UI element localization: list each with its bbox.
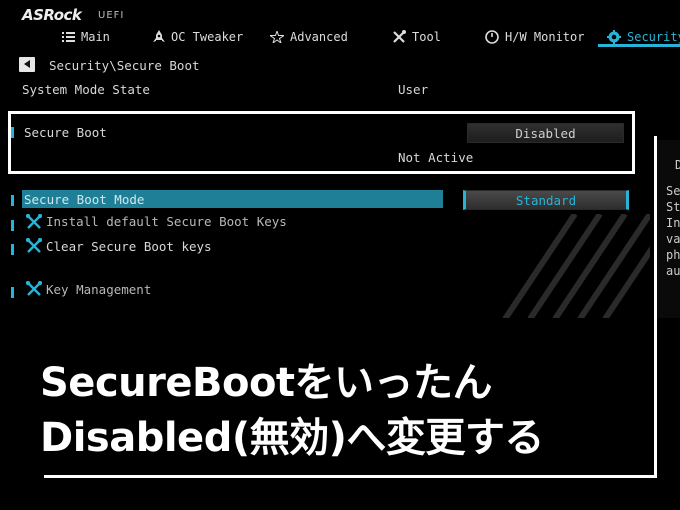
list-icon: [62, 31, 75, 43]
caption-bracket-right: [654, 136, 657, 476]
asrock-logo: ASRock: [22, 6, 82, 24]
rocket-icon: [153, 30, 165, 44]
help-line: au: [666, 264, 680, 278]
tab-main-label: Main: [81, 30, 110, 44]
help-line: St: [666, 200, 680, 214]
background-decoration: [485, 214, 650, 319]
tab-security-label: Security: [627, 30, 680, 44]
tools-icon: [392, 30, 406, 44]
help-line: ph: [666, 248, 680, 262]
active-tab-indicator: [598, 44, 680, 47]
help-line: va: [666, 232, 680, 246]
monitor-circle-icon: [485, 30, 499, 44]
tools-icon: [25, 237, 43, 258]
item-marker: [11, 220, 14, 231]
item-marker: [11, 287, 14, 298]
caption-line-1: SecureBootをいったん: [40, 360, 493, 406]
help-line: In: [666, 216, 680, 230]
tab-advanced[interactable]: Advanced: [270, 28, 348, 46]
tab-main[interactable]: Main: [62, 28, 110, 46]
item-marker: [11, 195, 14, 206]
tab-tool-label: Tool: [412, 30, 441, 44]
help-heading: D: [675, 158, 680, 172]
caption-line-2: Disabled(無効)へ変更する: [40, 415, 544, 461]
item-marker: [11, 244, 14, 255]
tab-tool[interactable]: Tool: [392, 28, 441, 46]
gear-shield-icon: [607, 30, 621, 44]
secure-boot-mode-label: Secure Boot Mode: [24, 192, 145, 207]
star-icon: [270, 31, 284, 43]
tab-oc-tweaker[interactable]: OC Tweaker: [153, 28, 243, 46]
secure-boot-mode-select[interactable]: Standard: [463, 190, 629, 210]
help-line: Sec: [666, 184, 680, 198]
back-button[interactable]: [19, 57, 35, 72]
tab-hw-monitor[interactable]: H/W Monitor: [485, 28, 584, 46]
tab-advanced-label: Advanced: [290, 30, 348, 44]
uefi-label: UEFI: [98, 10, 125, 21]
tab-hw-monitor-label: H/W Monitor: [505, 30, 585, 44]
install-default-keys-item[interactable]: Install default Secure Boot Keys: [46, 214, 287, 229]
key-management-item[interactable]: Key Management: [46, 282, 151, 297]
caption-bracket-bottom: [44, 475, 657, 478]
breadcrumb: Security\Secure Boot: [49, 58, 200, 73]
tab-oc-tweaker-label: OC Tweaker: [171, 30, 244, 44]
clear-secure-boot-keys-item[interactable]: Clear Secure Boot keys: [46, 239, 212, 254]
tools-icon: [25, 213, 43, 234]
tools-icon: [25, 280, 43, 301]
system-mode-value: User: [398, 82, 429, 97]
annotation-frame: [8, 111, 635, 174]
system-mode-label: System Mode State: [22, 82, 150, 97]
